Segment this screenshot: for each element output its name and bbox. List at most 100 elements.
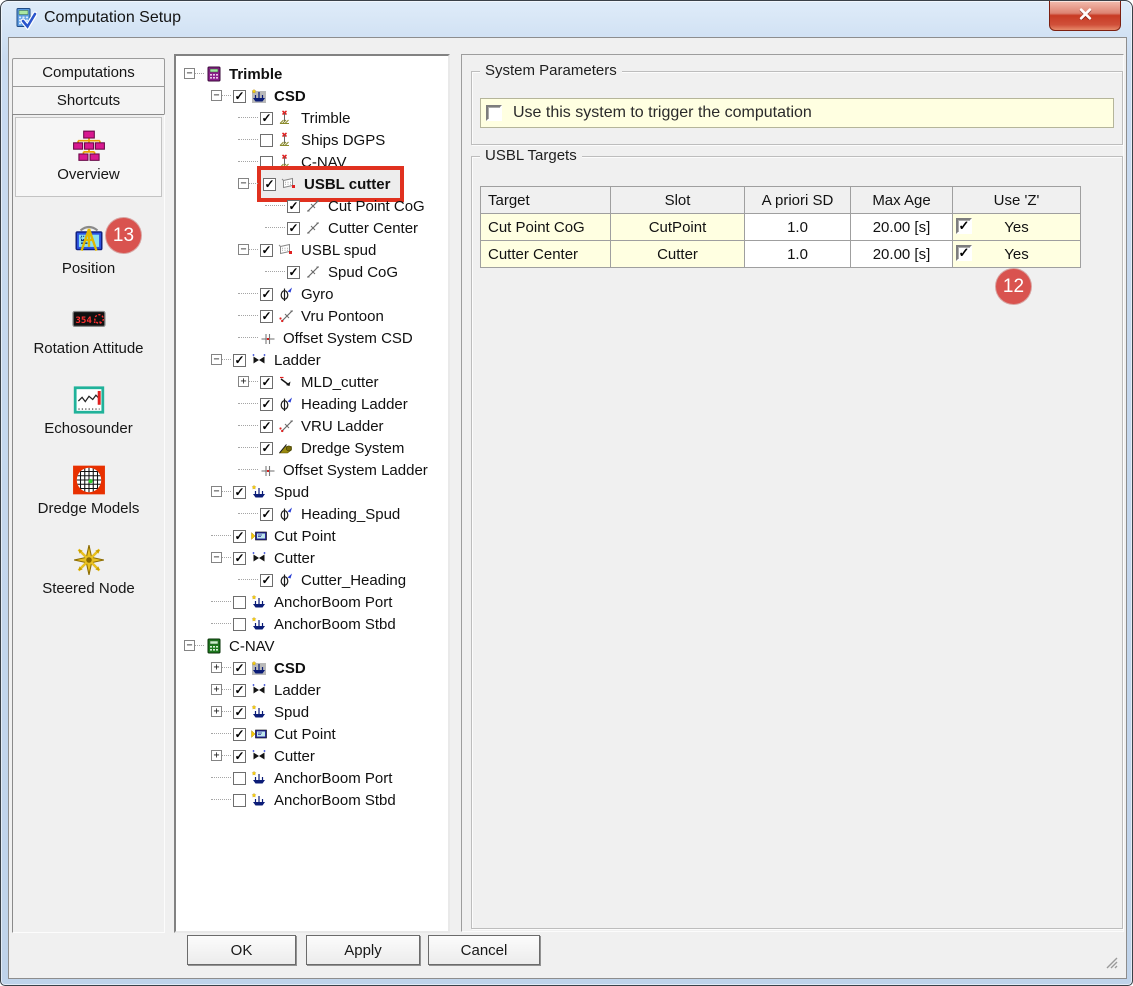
expand-toggle-icon[interactable]: + xyxy=(211,706,222,717)
sidebar-item-overview[interactable]: Overview xyxy=(15,117,162,197)
tree-node-csd[interactable]: +✓CSD xyxy=(176,657,448,679)
cancel-button[interactable]: Cancel xyxy=(428,935,540,965)
tree-checkbox[interactable]: ✓ xyxy=(260,288,273,301)
tree-node-vru-pontoon[interactable]: ✓Vru Pontoon xyxy=(176,305,448,327)
tree-node-ladder[interactable]: −✓Ladder xyxy=(176,349,448,371)
collapse-toggle-icon[interactable]: − xyxy=(184,68,195,79)
column-header-slot[interactable]: Slot xyxy=(611,187,745,214)
tree-checkbox[interactable]: ✓ xyxy=(260,574,273,587)
target-row-cutter-center[interactable]: Cutter CenterCutter1.020.00 [s]✓Yes xyxy=(481,241,1081,268)
tree-node-heading-spud[interactable]: ✓Heading_Spud xyxy=(176,503,448,525)
trigger-checkbox[interactable] xyxy=(486,105,502,121)
tab-shortcuts[interactable]: Shortcuts xyxy=(12,86,165,115)
sidebar-item-position[interactable]: Position13 xyxy=(13,223,164,277)
tree-node-trimble[interactable]: ✓Trimble xyxy=(176,107,448,129)
tree-node-trimble[interactable]: −Trimble xyxy=(176,63,448,85)
tree-node-mld-cutter[interactable]: +✓MLD_cutter xyxy=(176,371,448,393)
column-header-max-age[interactable]: Max Age xyxy=(851,187,953,214)
sidebar-item-dredge-models[interactable]: Dredge Models xyxy=(13,463,164,517)
tree-node-spud[interactable]: +✓Spud xyxy=(176,701,448,723)
tree-checkbox[interactable] xyxy=(233,596,246,609)
tree-node-c-nav[interactable]: −C-NAV xyxy=(176,635,448,657)
tree-checkbox[interactable]: ✓ xyxy=(260,398,273,411)
max-age-cell[interactable]: 20.00 [s] xyxy=(851,214,953,241)
tree-node-cutter[interactable]: +✓Cutter xyxy=(176,745,448,767)
tree-checkbox[interactable]: ✓ xyxy=(287,266,300,279)
tree-node-cutter[interactable]: −✓Cutter xyxy=(176,547,448,569)
collapse-toggle-icon[interactable]: − xyxy=(238,178,249,189)
tree-node-csd[interactable]: −✓CSD xyxy=(176,85,448,107)
titlebar[interactable]: Computation Setup xyxy=(1,1,1132,37)
tree-checkbox[interactable]: ✓ xyxy=(287,200,300,213)
tree-node-cutter-heading[interactable]: ✓Cutter_Heading xyxy=(176,569,448,591)
tree-node-usbl-spud[interactable]: −✓USBL spud xyxy=(176,239,448,261)
tree-checkbox[interactable]: ✓ xyxy=(260,310,273,323)
tree-checkbox[interactable]: ✓ xyxy=(233,552,246,565)
tree-checkbox[interactable]: ✓ xyxy=(260,442,273,455)
use-z-checkbox[interactable]: ✓ xyxy=(956,245,972,261)
tree-checkbox[interactable]: ✓ xyxy=(233,354,246,367)
tree-checkbox[interactable]: ✓ xyxy=(263,178,276,191)
tree-node-anchorboom-stbd[interactable]: AnchorBoom Stbd xyxy=(176,789,448,811)
expand-toggle-icon[interactable]: + xyxy=(211,684,222,695)
usbl-targets-table[interactable]: TargetSlotA priori SDMax AgeUse 'Z'Cut P… xyxy=(480,186,1081,268)
tree-checkbox[interactable]: ✓ xyxy=(233,728,246,741)
tree-checkbox[interactable]: ✓ xyxy=(260,508,273,521)
tree-checkbox[interactable] xyxy=(233,618,246,631)
sidebar-item-echosounder[interactable]: Echosounder xyxy=(13,383,164,437)
a-priori-sd-cell[interactable]: 1.0 xyxy=(745,241,851,268)
tree-checkbox[interactable]: ✓ xyxy=(233,706,246,719)
max-age-cell[interactable]: 20.00 [s] xyxy=(851,241,953,268)
tree-checkbox[interactable]: ✓ xyxy=(233,90,246,103)
tab-computations[interactable]: Computations xyxy=(12,58,165,87)
tree-node-cut-point[interactable]: ✓Cut Point xyxy=(176,723,448,745)
expand-toggle-icon[interactable]: + xyxy=(238,376,249,387)
tree-checkbox[interactable]: ✓ xyxy=(260,244,273,257)
tree-checkbox[interactable]: ✓ xyxy=(233,750,246,763)
tree-checkbox[interactable]: ✓ xyxy=(260,420,273,433)
close-button[interactable] xyxy=(1049,1,1121,31)
collapse-toggle-icon[interactable]: − xyxy=(211,552,222,563)
systems-tree[interactable]: −Trimble−✓CSD✓TrimbleShips DGPSC-NAV−✓US… xyxy=(174,54,450,933)
collapse-toggle-icon[interactable]: − xyxy=(184,640,195,651)
tree-checkbox[interactable] xyxy=(260,134,273,147)
tree-checkbox[interactable]: ✓ xyxy=(233,486,246,499)
tree-checkbox[interactable] xyxy=(233,772,246,785)
a-priori-sd-cell[interactable]: 1.0 xyxy=(745,214,851,241)
tree-node-offset-system-csd[interactable]: Offset System CSD xyxy=(176,327,448,349)
tree-node-anchorboom-port[interactable]: AnchorBoom Port xyxy=(176,767,448,789)
expand-toggle-icon[interactable]: + xyxy=(211,750,222,761)
tree-node-dredge-system[interactable]: ✓Dredge System xyxy=(176,437,448,459)
tree-checkbox[interactable]: ✓ xyxy=(287,222,300,235)
collapse-toggle-icon[interactable]: − xyxy=(211,486,222,497)
tree-node-usbl-cutter[interactable]: −✓USBL cutter xyxy=(176,173,448,195)
tree-node-spud[interactable]: −✓Spud xyxy=(176,481,448,503)
column-header-use-z[interactable]: Use 'Z' xyxy=(953,187,1081,214)
tree-node-cutter-center[interactable]: ✓Cutter Center xyxy=(176,217,448,239)
resize-grip-icon[interactable] xyxy=(1103,954,1119,970)
column-header-a-priori-sd[interactable]: A priori SD xyxy=(745,187,851,214)
tree-checkbox[interactable]: ✓ xyxy=(260,376,273,389)
tree-node-cut-point[interactable]: ✓Cut Point xyxy=(176,525,448,547)
tree-node-ships-dgps[interactable]: Ships DGPS xyxy=(176,129,448,151)
tree-node-cut-point-cog[interactable]: ✓Cut Point CoG xyxy=(176,195,448,217)
tree-node-anchorboom-stbd[interactable]: AnchorBoom Stbd xyxy=(176,613,448,635)
apply-button[interactable]: Apply xyxy=(306,935,420,965)
tree-checkbox[interactable]: ✓ xyxy=(233,662,246,675)
tree-node-heading-ladder[interactable]: ✓Heading Ladder xyxy=(176,393,448,415)
sidebar-item-rotation-attitude[interactable]: 354..Rotation Attitude xyxy=(13,303,164,357)
collapse-toggle-icon[interactable]: − xyxy=(211,90,222,101)
target-row-cut-point-cog[interactable]: Cut Point CoGCutPoint1.020.00 [s]✓Yes xyxy=(481,214,1081,241)
column-header-target[interactable]: Target xyxy=(481,187,611,214)
sidebar-item-steered-node[interactable]: Steered Node xyxy=(13,543,164,597)
ok-button[interactable]: OK xyxy=(187,935,296,965)
tree-node-offset-system-ladder[interactable]: Offset System Ladder xyxy=(176,459,448,481)
tree-checkbox[interactable]: ✓ xyxy=(233,530,246,543)
use-z-checkbox[interactable]: ✓ xyxy=(956,218,972,234)
tree-checkbox[interactable]: ✓ xyxy=(233,684,246,697)
tree-node-vru-ladder[interactable]: ✓VRU Ladder xyxy=(176,415,448,437)
tree-checkbox[interactable]: ✓ xyxy=(260,112,273,125)
tree-node-gyro[interactable]: ✓Gyro xyxy=(176,283,448,305)
tree-node-ladder[interactable]: +✓Ladder xyxy=(176,679,448,701)
collapse-toggle-icon[interactable]: − xyxy=(238,244,249,255)
